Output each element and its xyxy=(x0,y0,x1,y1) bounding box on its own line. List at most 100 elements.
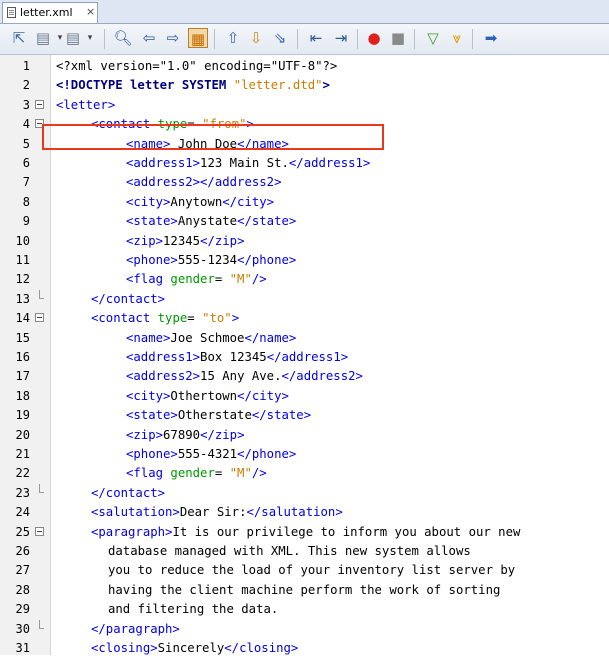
line-number: 28 xyxy=(15,582,30,597)
code-token: <address2></address2> xyxy=(126,175,282,190)
code-text: <address2></address2> xyxy=(126,173,281,192)
code-editor[interactable]: 1 <?xml version="1.0" encoding="UTF-8"?> 2… xyxy=(0,55,609,655)
tab-letter-xml[interactable]: letter.xml × xyxy=(2,2,98,23)
code-token: Anytown xyxy=(170,194,223,209)
code-token: Othertown xyxy=(170,388,238,403)
line-number: 9 xyxy=(22,214,30,229)
next-bookmark-icon[interactable]: ⇩ xyxy=(246,28,266,48)
line-number: 7 xyxy=(22,175,30,190)
code-token: database managed with XML. This new syst… xyxy=(108,544,471,558)
shift-right-icon[interactable]: ⇥ xyxy=(331,28,351,48)
code-token: </city> xyxy=(222,194,275,209)
code-token: <?xml version="1.0" encoding="UTF-8"?> xyxy=(56,59,338,73)
code-text: <phone>555-1234</phone> xyxy=(126,251,296,270)
xml-file-icon xyxy=(7,7,16,18)
code-token: "M" xyxy=(229,466,252,481)
validate-icon[interactable]: ▽ xyxy=(423,28,443,48)
fold-toggle-icon[interactable] xyxy=(35,99,44,109)
code-token: </state> xyxy=(237,214,297,229)
code-text: <!DOCTYPE letter SYSTEM "letter.dtd"> xyxy=(56,76,330,95)
code-line: 7 <address2></address2> xyxy=(0,173,609,192)
chevron-down-icon[interactable]: ▾ xyxy=(80,28,100,48)
separator xyxy=(357,29,358,49)
separator xyxy=(414,29,415,49)
line-number: 11 xyxy=(15,253,30,267)
code-line: 26 database managed with XML. This new sy… xyxy=(0,542,609,561)
code-token: Sincerely xyxy=(157,641,225,655)
separator xyxy=(104,29,105,49)
code-token: Box 12345 xyxy=(200,350,267,364)
code-line: 1 <?xml version="1.0" encoding="UTF-8"?> xyxy=(0,57,609,76)
code-token: <contact xyxy=(91,311,158,326)
editor-toolbar: ⇱ ▤ ▾ ▤ ▾ 🔍︎ ⇦ ⇨ ▦ ⇧ ⇩ ⇘ ⇤ ⇥ ● ■ ▽ ⩔ ➡ xyxy=(0,24,609,55)
find-icon[interactable]: 🔍︎ xyxy=(113,28,133,48)
line-number: 19 xyxy=(15,408,30,423)
code-text: database managed with XML. This new syst… xyxy=(108,542,471,561)
stop-macro-icon[interactable]: ■ xyxy=(388,28,408,48)
shift-left-icon[interactable]: ⇤ xyxy=(306,28,326,48)
line-number: 5 xyxy=(22,136,30,151)
code-line: 21 <phone>555-4321</phone> xyxy=(0,445,609,464)
code-token: </name> xyxy=(244,330,297,345)
code-token: </closing> xyxy=(224,641,299,655)
code-text: </paragraph> xyxy=(91,620,180,639)
code-token: 67890 xyxy=(163,427,201,442)
prev-bookmark-icon[interactable]: ⇧ xyxy=(223,28,243,48)
code-text: <contact type= "to"> xyxy=(91,309,239,328)
code-token: </contact> xyxy=(91,291,166,306)
code-token: > xyxy=(322,78,330,93)
arrow-right-icon[interactable]: ➡ xyxy=(481,28,501,48)
code-token: </zip> xyxy=(200,233,245,248)
line-number: 30 xyxy=(15,621,30,636)
back-icon[interactable]: ⇱ xyxy=(9,28,29,48)
code-text: </contact> xyxy=(91,290,165,309)
code-line: 6 <address1>123 Main St.</address1> xyxy=(0,154,609,173)
code-token: <address2> xyxy=(126,369,201,384)
fold-toggle-icon[interactable] xyxy=(35,313,44,323)
check-icon[interactable]: ⩔ xyxy=(447,28,467,48)
line-number: 16 xyxy=(15,350,30,364)
code-token: </address2> xyxy=(281,369,363,384)
line-number: 4 xyxy=(22,117,30,132)
line-number: 24 xyxy=(15,505,30,520)
fold-end-icon xyxy=(39,619,44,629)
fold-toggle-icon[interactable] xyxy=(35,526,44,536)
code-line: 15 <name>Joe Schmoe</name> xyxy=(0,329,609,348)
separator xyxy=(297,29,298,49)
code-text: and filtering the data. xyxy=(108,600,278,619)
code-line: 24 <salutation>Dear Sir:</salutation> xyxy=(0,503,609,522)
separator xyxy=(472,29,473,49)
line-number: 17 xyxy=(15,369,30,384)
code-line: 28 having the client machine perform the … xyxy=(0,581,609,600)
line-number: 10 xyxy=(15,233,30,248)
code-line: 3 <letter> xyxy=(0,96,609,115)
tab-label: letter.xml xyxy=(20,6,73,19)
code-token: </address1> xyxy=(266,350,349,364)
code-token: <closing> xyxy=(91,641,158,655)
find-prev-icon[interactable]: ⇦ xyxy=(139,28,159,48)
toggle-bookmark-icon[interactable]: ⇘ xyxy=(270,28,290,48)
code-token: </paragraph> xyxy=(91,621,180,636)
code-token: 555-4321 xyxy=(177,447,238,461)
code-token: = xyxy=(214,272,230,287)
code-text: <salutation>Dear Sir:</salutation> xyxy=(91,503,343,522)
code-token: <salutation> xyxy=(91,505,180,520)
code-line: 20 <zip>67890</zip> xyxy=(0,426,609,445)
toggle-highlight-icon[interactable]: ▦ xyxy=(188,28,208,48)
code-line: 13 </contact> xyxy=(0,289,609,309)
code-token: having the client machine perform the wo… xyxy=(108,582,501,597)
code-text: <address1>123 Main St.</address1> xyxy=(126,154,370,173)
code-line: 25 <paragraph>It is our privilege to info… xyxy=(0,523,609,542)
code-line: 27 you to reduce the load of your invento… xyxy=(0,561,609,580)
record-macro-icon[interactable]: ● xyxy=(364,28,384,48)
code-token: Anystate xyxy=(177,214,238,229)
code-token: and filtering the data. xyxy=(108,602,279,617)
code-token: <flag xyxy=(126,272,171,287)
code-text: you to reduce the load of your inventory… xyxy=(108,561,515,580)
code-text: <zip>67890</zip> xyxy=(126,426,244,445)
code-token: Joe Schmoe xyxy=(170,330,245,345)
code-text: <letter> xyxy=(56,96,115,115)
find-next-icon[interactable]: ⇨ xyxy=(163,28,183,48)
close-icon[interactable]: × xyxy=(86,5,95,18)
code-line: 11 <phone>555-1234</phone> xyxy=(0,251,609,270)
